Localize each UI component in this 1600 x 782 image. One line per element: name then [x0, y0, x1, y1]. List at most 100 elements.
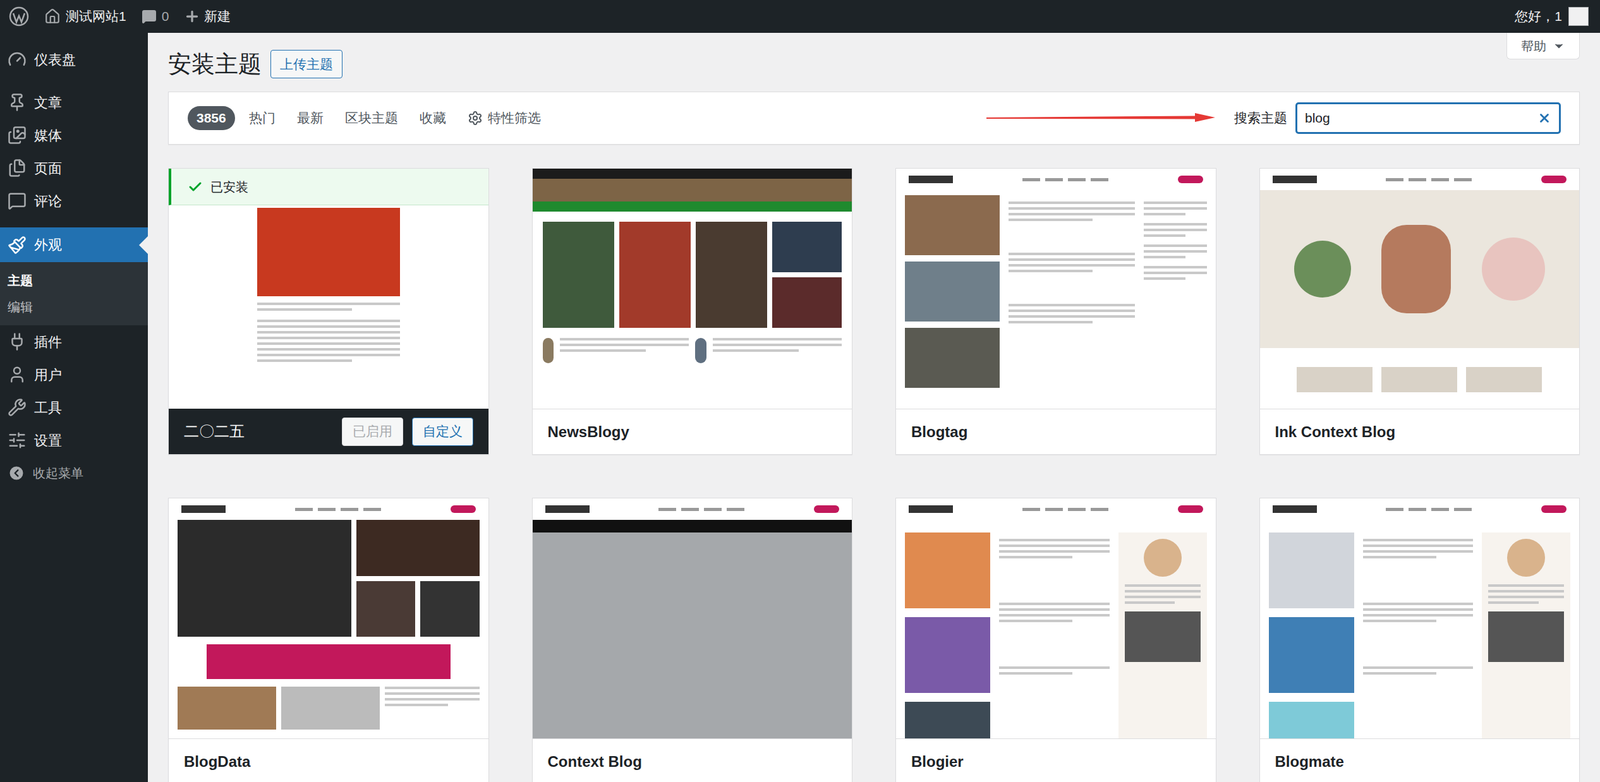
- collapse-menu[interactable]: 收起菜单: [0, 456, 148, 490]
- preview-nav: [896, 168, 1216, 191]
- theme-card[interactable]: Blogtag: [895, 168, 1217, 455]
- menu-entry: 设置: [0, 424, 148, 457]
- menu-entry: 媒体: [0, 118, 148, 152]
- preview-block: [1296, 367, 1373, 393]
- sidebar-item[interactable]: 媒体: [0, 118, 148, 152]
- preview-block: [1541, 505, 1567, 514]
- new-link[interactable]: 新建: [183, 6, 231, 27]
- sidebar-item[interactable]: 仪表盘: [0, 42, 148, 76]
- preview-block: [1067, 508, 1086, 512]
- preview-block: [532, 532, 853, 739]
- account-link[interactable]: 您好，1: [1514, 6, 1592, 27]
- preview-lines: [1124, 584, 1201, 605]
- submenu-item[interactable]: 编辑: [0, 293, 148, 321]
- clear-icon[interactable]: [1537, 111, 1552, 126]
- preview-lines: [1143, 201, 1207, 216]
- preview-nav-links: [1385, 178, 1472, 182]
- search-label: 搜索主题: [1234, 108, 1288, 129]
- preview-block: [1454, 178, 1472, 182]
- preview-block: [813, 505, 840, 514]
- preview-lines: [1143, 266, 1207, 280]
- filter-tab[interactable]: 最新: [296, 104, 324, 133]
- preview-block: [532, 520, 853, 533]
- theme-footer: Blogtag: [896, 408, 1216, 455]
- theme-card[interactable]: Ink Context Blog: [1259, 168, 1581, 455]
- preview-line: [1143, 234, 1187, 237]
- preview-line: [257, 342, 400, 346]
- feature-filter[interactable]: 特性筛选: [467, 108, 541, 129]
- preview-line: [999, 556, 1073, 559]
- preview-nav: [532, 498, 853, 521]
- preview-lines: [1008, 303, 1135, 324]
- title-row: 安装主题上传主题: [168, 32, 343, 92]
- preview-body: [896, 190, 1216, 388]
- theme-screenshot[interactable]: [1260, 168, 1580, 409]
- sidebar-item[interactable]: 用户: [0, 358, 148, 392]
- sidebar-item[interactable]: 设置: [0, 424, 148, 457]
- preview-block: [1454, 508, 1472, 512]
- preview-text: [1363, 532, 1474, 739]
- filter-bar: 3856 热门最新区块主题收藏特性筛选 搜索主题 blog: [168, 91, 1580, 145]
- preview-lines: [1143, 223, 1207, 237]
- preview-line: [1008, 218, 1093, 222]
- filter-tab[interactable]: 区块主题: [345, 104, 399, 133]
- menu-icon: [7, 430, 27, 450]
- sidebar: 仪表盘文章媒体页面评论外观主题编辑插件用户工具设置收起菜单: [0, 32, 148, 782]
- preview-images: [1268, 532, 1355, 739]
- submenu-item[interactable]: 主题: [0, 267, 148, 294]
- preview-line: [257, 319, 400, 323]
- theme-screenshot[interactable]: [532, 168, 853, 409]
- filter-tab[interactable]: 热门: [248, 104, 276, 133]
- site-name-link[interactable]: 测试网站1: [44, 6, 127, 27]
- theme-card[interactable]: Blogmate: [1259, 497, 1581, 782]
- theme-screenshot[interactable]: [168, 498, 489, 739]
- sidebar-item[interactable]: 评论: [0, 184, 148, 218]
- theme-card[interactable]: 已安装二〇二五已启用自定义: [168, 168, 490, 455]
- preview-line: [712, 349, 799, 352]
- theme-preview: [168, 498, 489, 739]
- preview-block: [340, 508, 359, 512]
- sidebar-item[interactable]: 外观: [0, 227, 148, 263]
- preview-line: [1008, 258, 1135, 261]
- theme-screenshot[interactable]: 已安装: [168, 168, 489, 409]
- theme-card[interactable]: NewsBlogy: [532, 168, 854, 455]
- theme-card[interactable]: Context Blog: [532, 497, 854, 782]
- theme-card[interactable]: BlogData: [168, 497, 490, 782]
- preview-block: [356, 520, 480, 577]
- gear-icon: [467, 110, 483, 126]
- upload-theme-button[interactable]: 上传主题: [270, 49, 343, 79]
- sidebar-item[interactable]: 文章: [0, 85, 148, 119]
- collapse-icon: [7, 464, 26, 483]
- preview-block: [1143, 539, 1182, 577]
- preview-images: [904, 532, 991, 739]
- theme-name: 二〇二五: [183, 420, 245, 443]
- preview-block: [1022, 508, 1041, 512]
- search-input[interactable]: blog: [1296, 103, 1561, 134]
- theme-screenshot[interactable]: [1260, 498, 1580, 739]
- preview-lines: [1008, 252, 1135, 273]
- preview-line: [1363, 602, 1474, 606]
- theme-screenshot[interactable]: [896, 168, 1216, 409]
- preview-lines: [1008, 201, 1135, 222]
- sidebar-item[interactable]: 页面: [0, 151, 148, 185]
- theme-card[interactable]: Blogier: [895, 497, 1217, 782]
- sidebar-item[interactable]: 工具: [0, 391, 148, 425]
- comments-link[interactable]: 0: [141, 6, 170, 27]
- preview-block: [1268, 617, 1355, 694]
- preview-block: [295, 508, 313, 512]
- help-button[interactable]: 帮助: [1506, 32, 1580, 60]
- filter-tab[interactable]: 收藏: [419, 104, 447, 133]
- preview-block: [1294, 240, 1352, 298]
- theme-footer: NewsBlogy: [532, 408, 853, 455]
- admin-bar-left: 测试网站1 0 新建: [8, 6, 231, 27]
- theme-screenshot[interactable]: [532, 498, 853, 739]
- preview-line: [1363, 556, 1437, 559]
- wordpress-logo-icon[interactable]: [8, 6, 30, 27]
- menu-group: 仪表盘: [0, 42, 148, 76]
- theme-screenshot[interactable]: [896, 498, 1216, 739]
- preview-lines: [1363, 602, 1474, 623]
- customize-button[interactable]: 自定义: [412, 417, 474, 447]
- sidebar-item[interactable]: 插件: [0, 325, 148, 359]
- theme-count: 3856: [187, 106, 236, 131]
- preview-line: [1363, 550, 1474, 553]
